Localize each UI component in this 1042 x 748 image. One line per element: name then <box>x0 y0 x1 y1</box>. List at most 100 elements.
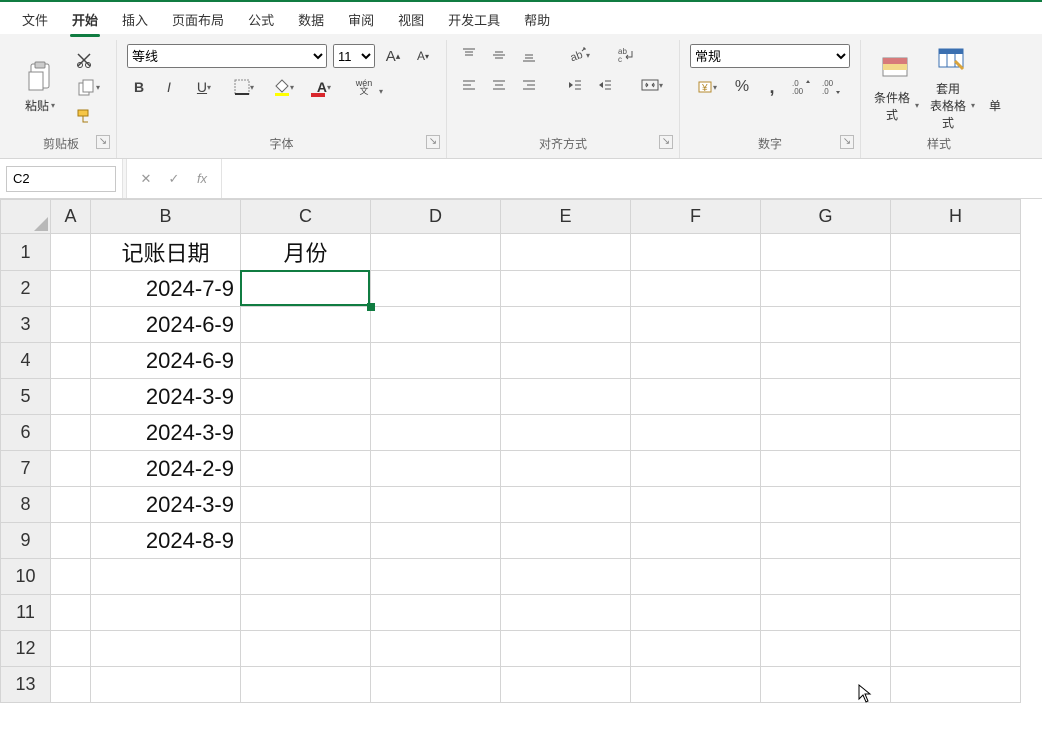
formula-cancel-button[interactable]: ✕ <box>137 171 155 187</box>
cut-button[interactable] <box>72 49 96 71</box>
row-header-4[interactable]: 4 <box>1 343 51 379</box>
cell-A1[interactable] <box>51 234 91 271</box>
clipboard-launcher[interactable]: ↘ <box>96 135 110 149</box>
cell-B6[interactable]: 2024-3-9 <box>91 415 241 451</box>
menu-help[interactable]: 帮助 <box>512 6 562 35</box>
cell-C9[interactable] <box>241 523 371 559</box>
cell-H12[interactable] <box>891 631 1021 667</box>
wrap-text-button[interactable]: abc <box>615 44 639 66</box>
row-header-5[interactable]: 5 <box>1 379 51 415</box>
cell-C13[interactable] <box>241 667 371 703</box>
cell-D7[interactable] <box>371 451 501 487</box>
cell-E4[interactable] <box>501 343 631 379</box>
cell-F9[interactable] <box>631 523 761 559</box>
menu-home[interactable]: 开始 <box>60 6 110 35</box>
align-center-button[interactable] <box>487 74 511 96</box>
cell-G12[interactable] <box>761 631 891 667</box>
underline-button[interactable]: U▾ <box>187 76 221 98</box>
cell-F7[interactable] <box>631 451 761 487</box>
name-box[interactable] <box>6 166 116 192</box>
cell-E2[interactable] <box>501 271 631 307</box>
cell-G11[interactable] <box>761 595 891 631</box>
align-bottom-button[interactable] <box>517 44 541 66</box>
cell-D10[interactable] <box>371 559 501 595</box>
column-header-F[interactable]: F <box>631 200 761 234</box>
cell-H7[interactable] <box>891 451 1021 487</box>
cell-E1[interactable] <box>501 234 631 271</box>
cell-A4[interactable] <box>51 343 91 379</box>
cell-D11[interactable] <box>371 595 501 631</box>
cell-D8[interactable] <box>371 487 501 523</box>
decrease-font-button[interactable]: A▾ <box>411 45 435 67</box>
column-header-E[interactable]: E <box>501 200 631 234</box>
cell-B3[interactable]: 2024-6-9 <box>91 307 241 343</box>
cell-E8[interactable] <box>501 487 631 523</box>
cell-H9[interactable] <box>891 523 1021 559</box>
cell-C1[interactable]: 月份 <box>241 234 371 271</box>
increase-decimal-button[interactable]: .0.00 <box>790 76 814 98</box>
row-header-11[interactable]: 11 <box>1 595 51 631</box>
cell-A6[interactable] <box>51 415 91 451</box>
decrease-decimal-button[interactable]: .00.0 <box>820 76 844 98</box>
cell-B5[interactable]: 2024-3-9 <box>91 379 241 415</box>
cell-C11[interactable] <box>241 595 371 631</box>
cell-B10[interactable] <box>91 559 241 595</box>
cell-E10[interactable] <box>501 559 631 595</box>
align-left-button[interactable] <box>457 74 481 96</box>
conditional-format-button[interactable]: 条件格式▾ <box>871 53 919 123</box>
menu-review[interactable]: 审阅 <box>336 6 386 35</box>
cell-D2[interactable] <box>371 271 501 307</box>
borders-button[interactable]: ▾ <box>227 76 261 98</box>
cell-E5[interactable] <box>501 379 631 415</box>
copy-button[interactable]: ▾ <box>72 77 106 99</box>
cell-C2[interactable] <box>241 271 371 307</box>
number-format-select[interactable]: 常规 <box>690 44 850 68</box>
accounting-format-button[interactable]: ¥▾ <box>690 76 724 98</box>
cell-G8[interactable] <box>761 487 891 523</box>
cell-A5[interactable] <box>51 379 91 415</box>
cell-E11[interactable] <box>501 595 631 631</box>
cell-B8[interactable]: 2024-3-9 <box>91 487 241 523</box>
column-header-C[interactable]: C <box>241 200 371 234</box>
cell-G10[interactable] <box>761 559 891 595</box>
merge-center-button[interactable]: ▾ <box>635 74 669 96</box>
cell-D5[interactable] <box>371 379 501 415</box>
cell-E13[interactable] <box>501 667 631 703</box>
cell-G5[interactable] <box>761 379 891 415</box>
cell-F12[interactable] <box>631 631 761 667</box>
format-painter-button[interactable] <box>72 105 96 127</box>
font-name-select[interactable]: 等线 <box>127 44 327 68</box>
cell-H10[interactable] <box>891 559 1021 595</box>
cell-B4[interactable]: 2024-6-9 <box>91 343 241 379</box>
cell-A7[interactable] <box>51 451 91 487</box>
font-launcher[interactable]: ↘ <box>426 135 440 149</box>
row-header-9[interactable]: 9 <box>1 523 51 559</box>
font-color-button[interactable]: A ▾ <box>307 76 341 98</box>
cell-B9[interactable]: 2024-8-9 <box>91 523 241 559</box>
cell-C12[interactable] <box>241 631 371 667</box>
menu-insert[interactable]: 插入 <box>110 6 160 35</box>
cell-H6[interactable] <box>891 415 1021 451</box>
cell-C5[interactable] <box>241 379 371 415</box>
cell-C4[interactable] <box>241 343 371 379</box>
increase-font-button[interactable]: A▴ <box>381 45 405 67</box>
cell-E6[interactable] <box>501 415 631 451</box>
row-header-1[interactable]: 1 <box>1 234 51 271</box>
menu-file[interactable]: 文件 <box>10 6 60 35</box>
cell-H1[interactable] <box>891 234 1021 271</box>
cell-B2[interactable]: 2024-7-9 <box>91 271 241 307</box>
select-all-corner[interactable] <box>1 200 51 234</box>
row-header-2[interactable]: 2 <box>1 271 51 307</box>
cell-F1[interactable] <box>631 234 761 271</box>
formula-input[interactable] <box>222 166 1042 192</box>
cell-E12[interactable] <box>501 631 631 667</box>
cell-H13[interactable] <box>891 667 1021 703</box>
cell-A10[interactable] <box>51 559 91 595</box>
cell-C6[interactable] <box>241 415 371 451</box>
decrease-indent-button[interactable] <box>563 74 587 96</box>
cell-G9[interactable] <box>761 523 891 559</box>
row-header-12[interactable]: 12 <box>1 631 51 667</box>
menu-view[interactable]: 视图 <box>386 6 436 35</box>
cell-H11[interactable] <box>891 595 1021 631</box>
row-header-3[interactable]: 3 <box>1 307 51 343</box>
